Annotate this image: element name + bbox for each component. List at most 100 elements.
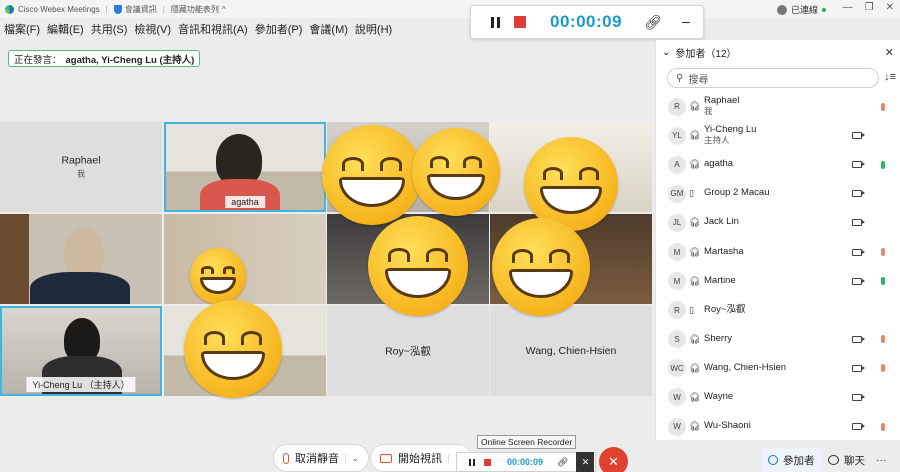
- menu-audio-video[interactable]: 音訊和視訊(A): [178, 21, 248, 37]
- tile-name: Raphael: [61, 154, 101, 167]
- avatar: JL: [668, 213, 686, 232]
- unmute-button[interactable]: 取消靜音 ⌄: [273, 444, 369, 472]
- participant-name: Martasha: [704, 245, 744, 257]
- speaking-names: agatha, Yi-Cheng Lu (主持人): [65, 54, 195, 66]
- participant-name: Yi-Cheng Lu: [704, 124, 757, 136]
- smiley-face-icon: [322, 125, 422, 225]
- headset-icon: 🎧︎: [689, 421, 701, 432]
- participant-row[interactable]: WC 🎧︎ Wang, Chien-Hsien: [656, 354, 900, 383]
- participant-row[interactable]: M 🎧︎ Martine: [656, 267, 900, 296]
- headset-icon: 🎧︎: [689, 217, 701, 228]
- end-meeting-button[interactable]: ✕: [599, 447, 628, 472]
- tile-subtitle: 我: [77, 169, 85, 179]
- stop-record-icon[interactable]: [514, 16, 526, 28]
- participant-row[interactable]: M 🎧︎ Martasha: [656, 237, 900, 266]
- smiley-face-icon: [492, 218, 590, 316]
- meeting-info-button[interactable]: 會議資訊: [113, 4, 157, 15]
- mic-muted-icon[interactable]: [881, 364, 885, 373]
- recorder-minimize-icon[interactable]: [681, 21, 690, 23]
- recording-timer-mini: 00:00:09: [507, 457, 544, 467]
- participant-row[interactable]: GM ▯ Group 2 Macau: [656, 179, 900, 208]
- menu-view[interactable]: 檢視(V): [134, 21, 171, 37]
- headset-icon: 🎧︎: [689, 130, 701, 141]
- mic-active-icon[interactable]: [881, 160, 885, 169]
- menu-help[interactable]: 說明(H): [355, 21, 392, 37]
- video-tile-agatha[interactable]: agatha: [164, 122, 326, 212]
- headset-icon: 🎧︎: [689, 275, 701, 286]
- minimize-button[interactable]: —: [843, 2, 853, 13]
- pause-icon[interactable]: [491, 16, 501, 28]
- video-tile-5[interactable]: [0, 214, 162, 304]
- close-window-button[interactable]: ✕: [886, 2, 894, 13]
- avatar: R: [668, 97, 686, 116]
- close-recorder-button[interactable]: ✕: [576, 452, 595, 472]
- mic-muted-icon[interactable]: [881, 102, 885, 111]
- participant-row[interactable]: R 🎧︎ Raphael 我: [656, 92, 900, 121]
- participant-row[interactable]: JL 🎧︎ Jack Lin: [656, 208, 900, 237]
- title-bar: Cisco Webex Meetings | 會議資訊 | 隱藏功能表列 ^: [0, 0, 900, 18]
- participants-toggle-button[interactable]: 參加者: [762, 448, 821, 472]
- video-tile-wang[interactable]: Wang, Chien-Hsien: [490, 306, 652, 396]
- avatar: YL: [668, 126, 686, 145]
- mic-active-icon[interactable]: [881, 277, 885, 286]
- participants-label: 參加者: [783, 454, 815, 467]
- avatar: S: [668, 330, 686, 349]
- participant-row[interactable]: YL 🎧︎ Yi-Cheng Lu 主持人: [656, 121, 900, 150]
- link-icon[interactable]: 🔗︎: [557, 457, 568, 468]
- video-tile-raphael[interactable]: Raphael 我: [0, 122, 162, 212]
- participant-row[interactable]: W 🎧︎ Wu-Shaoni: [656, 412, 900, 441]
- participant-name: Sherry: [704, 332, 732, 344]
- participant-row[interactable]: A 🎧︎ agatha: [656, 150, 900, 179]
- participant-list: R 🎧︎ Raphael 我 YL 🎧︎ Yi-Cheng Lu 主持人 A 🎧︎ agatha GM…: [656, 92, 900, 441]
- sort-icon[interactable]: ↓≡: [884, 71, 896, 83]
- mic-muted-icon[interactable]: [881, 248, 885, 257]
- participant-row[interactable]: R ▯ Roy~泓叡: [656, 296, 900, 325]
- hide-menu-button[interactable]: 隱藏功能表列 ^: [171, 4, 226, 15]
- window-controls: — ❐ ✕: [843, 2, 894, 13]
- menu-file[interactable]: 檔案(F): [4, 21, 40, 37]
- menu-edit[interactable]: 編輯(E): [47, 21, 84, 37]
- participant-row[interactable]: W 🎧︎ Wayne: [656, 383, 900, 412]
- stop-record-icon[interactable]: [484, 458, 491, 466]
- camera-icon: [852, 277, 865, 285]
- tile-name: Wang, Chien-Hsien: [525, 345, 617, 357]
- chat-toggle-button[interactable]: 聊天: [822, 448, 871, 472]
- mic-muted-icon[interactable]: [881, 422, 885, 431]
- participant-row[interactable]: S 🎧︎ Sherry: [656, 325, 900, 354]
- tile-name: Yi-Cheng Lu （主持人）: [26, 377, 136, 392]
- connection-status: 已連線: [776, 3, 826, 16]
- pause-icon[interactable]: [469, 458, 475, 466]
- video-off-icon: [380, 453, 392, 463]
- phone-icon: ▯: [689, 304, 694, 315]
- chevron-down-icon[interactable]: ⌄: [345, 453, 359, 463]
- connection-label: 已連線: [790, 5, 818, 15]
- participant-name: Roy~泓叡: [704, 303, 746, 315]
- participants-panel: ⌄ 參加者（12） ✕ ⚲ 搜尋 ↓≡ R 🎧︎ Raphael 我 YL 🎧︎ Yi-Ch…: [655, 40, 900, 440]
- panel-header: ⌄ 參加者（12） ✕: [656, 40, 900, 64]
- close-panel-button[interactable]: ✕: [885, 46, 894, 59]
- video-tile-6[interactable]: [164, 214, 326, 304]
- mic-muted-icon: [283, 452, 289, 464]
- mic-muted-icon[interactable]: [881, 335, 885, 344]
- video-tile-roy[interactable]: Roy~泓叡: [327, 306, 489, 396]
- more-options-button[interactable]: ···: [870, 448, 893, 472]
- avatar: W: [668, 417, 686, 436]
- participant-name: Wang, Chien-Hsien: [704, 361, 787, 373]
- user-avatar-icon[interactable]: [776, 4, 787, 15]
- chat-bubble-icon: [828, 455, 839, 465]
- headset-icon: 🎧︎: [689, 362, 701, 373]
- avatar: GM: [668, 184, 686, 203]
- link-icon[interactable]: 🔗︎: [644, 14, 662, 31]
- restore-button[interactable]: ❐: [865, 2, 874, 13]
- menu-share[interactable]: 共用(S): [91, 21, 128, 37]
- screen-recorder-toolbar: 00:00:09 🔗︎: [470, 5, 704, 39]
- camera-icon: [852, 335, 865, 343]
- avatar: WC: [668, 359, 686, 378]
- connection-dot-icon: [822, 7, 826, 12]
- participant-search-input[interactable]: ⚲ 搜尋: [667, 68, 879, 88]
- menu-participant[interactable]: 參加者(P): [255, 21, 303, 37]
- participant-name: Raphael: [704, 95, 740, 107]
- video-tile-yi-cheng-lu[interactable]: Yi-Cheng Lu （主持人）: [0, 306, 162, 396]
- chevron-down-icon[interactable]: ⌄: [662, 47, 670, 58]
- menu-meeting[interactable]: 會議(M): [309, 21, 348, 37]
